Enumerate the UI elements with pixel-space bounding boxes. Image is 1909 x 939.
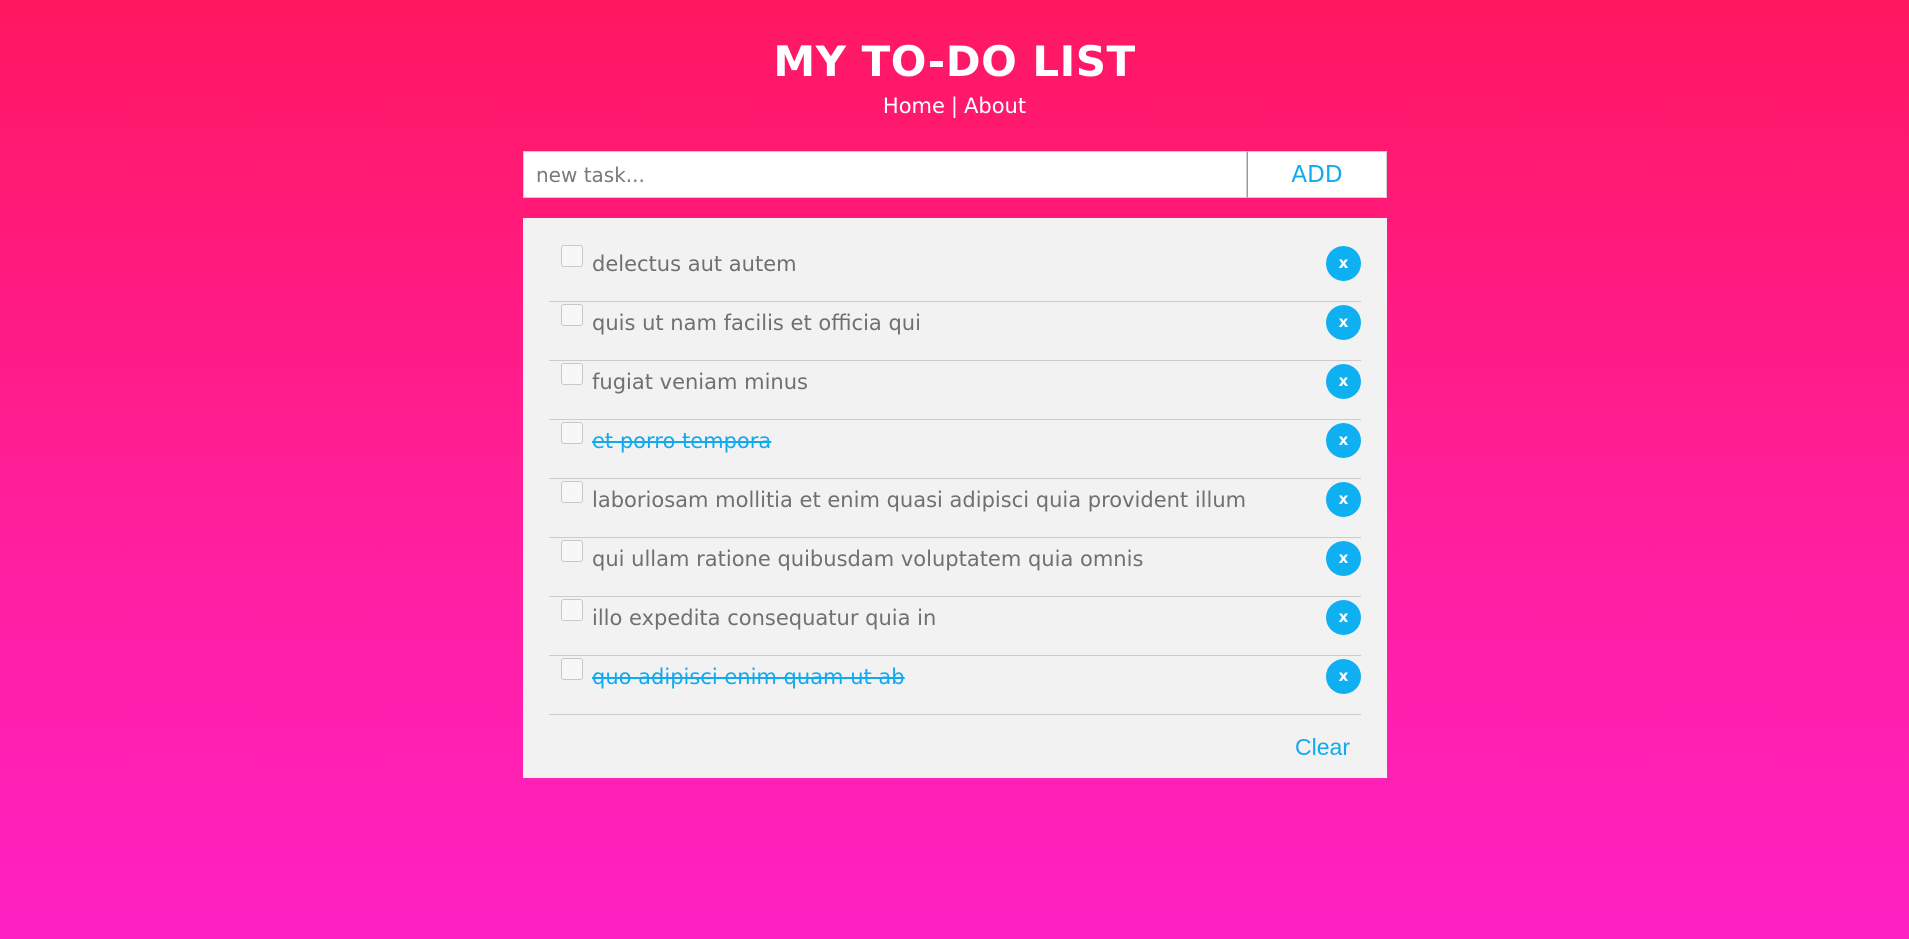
todo-item: laboriosam mollitia et enim quasi adipis… (549, 479, 1361, 538)
todo-item: qui ullam ratione quibusdam voluptatem q… (549, 538, 1361, 597)
close-icon: x (1338, 254, 1349, 272)
todo-text: quo adipisci enim quam ut ab (592, 665, 905, 689)
delete-todo-button[interactable]: x (1326, 364, 1361, 399)
delete-todo-button[interactable]: x (1326, 541, 1361, 576)
todo-checkbox[interactable] (561, 363, 583, 385)
nav-home-link[interactable]: Home (883, 94, 945, 118)
todo-text: et porro tempora (592, 429, 772, 453)
todo-text: delectus aut autem (592, 252, 797, 276)
todo-item: delectus aut autem x (549, 243, 1361, 302)
close-icon: x (1338, 608, 1349, 626)
todo-text: qui ullam ratione quibusdam voluptatem q… (592, 547, 1144, 571)
close-icon: x (1338, 549, 1349, 567)
close-icon: x (1338, 490, 1349, 508)
todo-checkbox[interactable] (561, 422, 583, 444)
todo-text: fugiat veniam minus (592, 370, 808, 394)
todo-checkbox[interactable] (561, 481, 583, 503)
todo-text: quis ut nam facilis et officia qui (592, 311, 921, 335)
delete-todo-button[interactable]: x (1326, 600, 1361, 635)
todo-checkbox[interactable] (561, 658, 583, 680)
close-icon: x (1338, 372, 1349, 390)
new-task-input[interactable] (523, 151, 1247, 198)
add-task-button[interactable]: ADD (1247, 151, 1387, 198)
todo-item: quo adipisci enim quam ut ab x (549, 656, 1361, 715)
todo-checkbox[interactable] (561, 540, 583, 562)
page-header: MY TO-DO LIST Home | About (0, 36, 1909, 120)
page-title: MY TO-DO LIST (773, 37, 1136, 86)
delete-todo-button[interactable]: x (1326, 659, 1361, 694)
delete-todo-button[interactable]: x (1326, 305, 1361, 340)
close-icon: x (1338, 313, 1349, 331)
clear-button[interactable]: Clear (1295, 733, 1350, 761)
top-nav: Home | About (0, 92, 1909, 120)
todo-item: et porro tempora x (549, 420, 1361, 479)
add-task-form: ADD (523, 151, 1387, 198)
nav-about-link[interactable]: About (964, 94, 1026, 118)
todo-checkbox[interactable] (561, 304, 583, 326)
nav-separator: | (950, 94, 958, 118)
todo-panel: delectus aut autem x quis ut nam facilis… (523, 218, 1387, 778)
todo-item: quis ut nam facilis et officia qui x (549, 302, 1361, 361)
close-icon: x (1338, 431, 1349, 449)
delete-todo-button[interactable]: x (1326, 423, 1361, 458)
todo-checkbox[interactable] (561, 245, 583, 267)
todo-checkbox[interactable] (561, 599, 583, 621)
delete-todo-button[interactable]: x (1326, 246, 1361, 281)
todo-item: illo expedita consequatur quia in x (549, 597, 1361, 656)
todo-list: delectus aut autem x quis ut nam facilis… (549, 243, 1361, 715)
todo-item: fugiat veniam minus x (549, 361, 1361, 420)
todo-text: illo expedita consequatur quia in (592, 606, 937, 630)
todo-text: laboriosam mollitia et enim quasi adipis… (592, 488, 1247, 512)
close-icon: x (1338, 667, 1349, 685)
delete-todo-button[interactable]: x (1326, 482, 1361, 517)
